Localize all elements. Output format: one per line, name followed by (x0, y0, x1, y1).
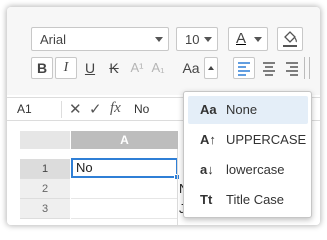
bold-button[interactable]: B (31, 57, 53, 79)
case-lowercase-icon: a↓ (200, 162, 214, 177)
row-header-1[interactable]: 1 (20, 159, 70, 179)
fill-color-button[interactable] (277, 27, 303, 51)
paint-bucket-icon (283, 31, 297, 47)
chevron-down-icon (254, 37, 262, 42)
align-left-button[interactable] (233, 57, 255, 79)
superscript-button[interactable]: A¹ (126, 57, 148, 79)
menu-item-uppercase[interactable]: A↑ UPPERCASE (188, 126, 308, 154)
chevron-down-icon (204, 37, 212, 42)
column-header-a[interactable]: A (71, 131, 178, 149)
cell-reference[interactable]: A1 (17, 102, 32, 116)
toolbar-overflow-handle[interactable] (304, 57, 310, 79)
font-color-glyph: A (236, 30, 247, 47)
cell-a2[interactable] (71, 179, 178, 199)
text-case-dropdown-button[interactable] (204, 57, 218, 79)
text-case-menu: Aa None A↑ UPPERCASE a↓ lowercase Tt Tit… (183, 91, 312, 218)
align-center-icon (263, 62, 275, 76)
case-title-icon: Tt (200, 192, 213, 207)
align-center-button[interactable] (258, 57, 280, 79)
font-color-button[interactable]: A (228, 27, 268, 51)
cell-a1-value: No (76, 160, 93, 175)
menu-item-label: lowercase (226, 162, 285, 177)
function-icon[interactable]: fx (110, 100, 121, 117)
cancel-icon[interactable]: ✕ (69, 100, 82, 118)
row-header-3[interactable]: 3 (20, 199, 70, 219)
font-family-select[interactable]: Arial (31, 27, 169, 51)
font-size-value: 10 (185, 32, 200, 47)
menu-item-lowercase[interactable]: a↓ lowercase (188, 156, 308, 184)
cell-a3[interactable] (71, 199, 178, 219)
menu-item-title-case[interactable]: Tt Title Case (188, 186, 308, 214)
row-header-2[interactable]: 2 (20, 179, 70, 199)
text-case-button[interactable]: Aa (179, 57, 203, 79)
column-divider (177, 149, 178, 225)
align-left-icon (238, 62, 250, 76)
align-right-icon (286, 62, 298, 76)
italic-button[interactable]: I (55, 57, 77, 79)
confirm-check-icon[interactable]: ✓ (89, 100, 102, 118)
toolbar: Arial 10 A B I U K A¹ A₁ Aa (7, 7, 320, 95)
menu-item-label: None (226, 102, 258, 117)
strikethrough-button[interactable]: K (103, 57, 125, 79)
select-all-corner[interactable] (20, 131, 70, 149)
menu-item-label: UPPERCASE (226, 132, 307, 147)
divider (61, 101, 62, 118)
font-family-value: Arial (40, 32, 67, 47)
formula-input[interactable]: No (134, 102, 149, 116)
menu-item-label: Title Case (226, 192, 285, 207)
case-uppercase-icon: A↑ (200, 132, 216, 147)
subscript-button[interactable]: A₁ (147, 57, 169, 79)
font-size-select[interactable]: 10 (176, 27, 218, 51)
chevron-down-icon (155, 37, 163, 42)
underline-button[interactable]: U (79, 57, 101, 79)
editor-window: Arial 10 A B I U K A¹ A₁ Aa A1 ✕ ✓ fx No… (7, 7, 320, 225)
caret-up-icon (208, 66, 214, 70)
align-right-button[interactable] (281, 57, 303, 79)
menu-item-none[interactable]: Aa None (188, 96, 308, 124)
cell-a1[interactable]: No (71, 158, 180, 180)
case-none-icon: Aa (200, 102, 217, 117)
